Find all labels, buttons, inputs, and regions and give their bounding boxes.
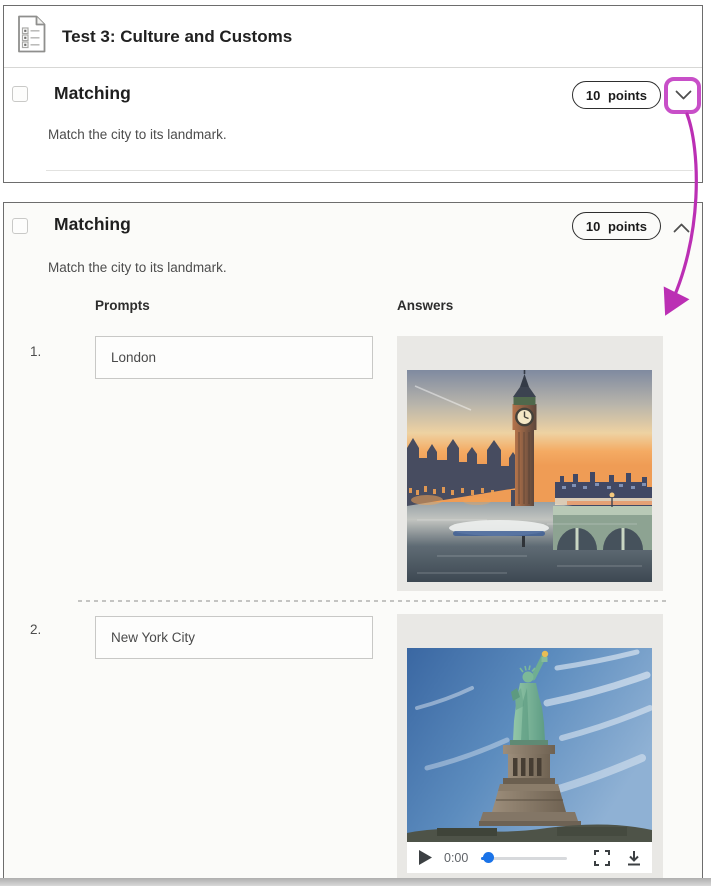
test-document-icon <box>16 15 46 58</box>
seek-slider[interactable] <box>481 852 567 864</box>
chevron-up-icon <box>673 221 690 236</box>
video-player-controls: 0:00 <box>407 842 652 873</box>
row-number: 1. <box>30 344 41 359</box>
question-card-expanded: Matching 10 points Match the city to its… <box>3 202 703 878</box>
question-checkbox[interactable] <box>12 86 28 102</box>
seek-knob[interactable] <box>483 852 494 863</box>
answer-panel: 0:00 <box>397 614 663 879</box>
prompt-field-new-york-city[interactable]: New York City <box>95 616 373 659</box>
download-button[interactable] <box>626 850 642 866</box>
player-right-controls <box>594 850 642 866</box>
points-badge: 10 points <box>572 81 661 109</box>
statue-of-liberty-video[interactable] <box>407 648 652 842</box>
chevron-down-icon <box>675 89 692 104</box>
test-title: Test 3: Culture and Customs <box>62 27 292 47</box>
test-header: Test 3: Culture and Customs <box>4 6 702 68</box>
divider <box>46 170 693 171</box>
assessment-page: Test 3: Culture and Customs Matching 10 … <box>0 0 711 886</box>
expand-question-button[interactable] <box>668 81 698 111</box>
column-header-answers: Answers <box>397 298 453 313</box>
seek-track <box>481 857 567 860</box>
question-description: Match the city to its landmark. <box>48 260 227 275</box>
prompt-field-london[interactable]: London <box>95 336 373 379</box>
row-number: 2. <box>30 622 41 637</box>
answer-panel <box>397 336 663 591</box>
points-badge: 10 points <box>572 212 661 240</box>
viewport-cut-edge <box>0 878 711 886</box>
question-title: Matching <box>54 214 131 235</box>
question-card-collapsed: Test 3: Culture and Customs Matching 10 … <box>3 5 703 183</box>
london-landmark-photo <box>407 370 652 582</box>
question-description: Match the city to its landmark. <box>48 127 227 142</box>
collapse-question-button[interactable] <box>666 213 696 243</box>
question-title: Matching <box>54 83 131 104</box>
fullscreen-button[interactable] <box>594 850 610 866</box>
column-header-prompts: Prompts <box>95 298 150 313</box>
play-button[interactable] <box>419 850 432 865</box>
question-checkbox[interactable] <box>12 218 28 234</box>
time-display: 0:00 <box>444 851 468 865</box>
row-divider <box>78 600 670 602</box>
